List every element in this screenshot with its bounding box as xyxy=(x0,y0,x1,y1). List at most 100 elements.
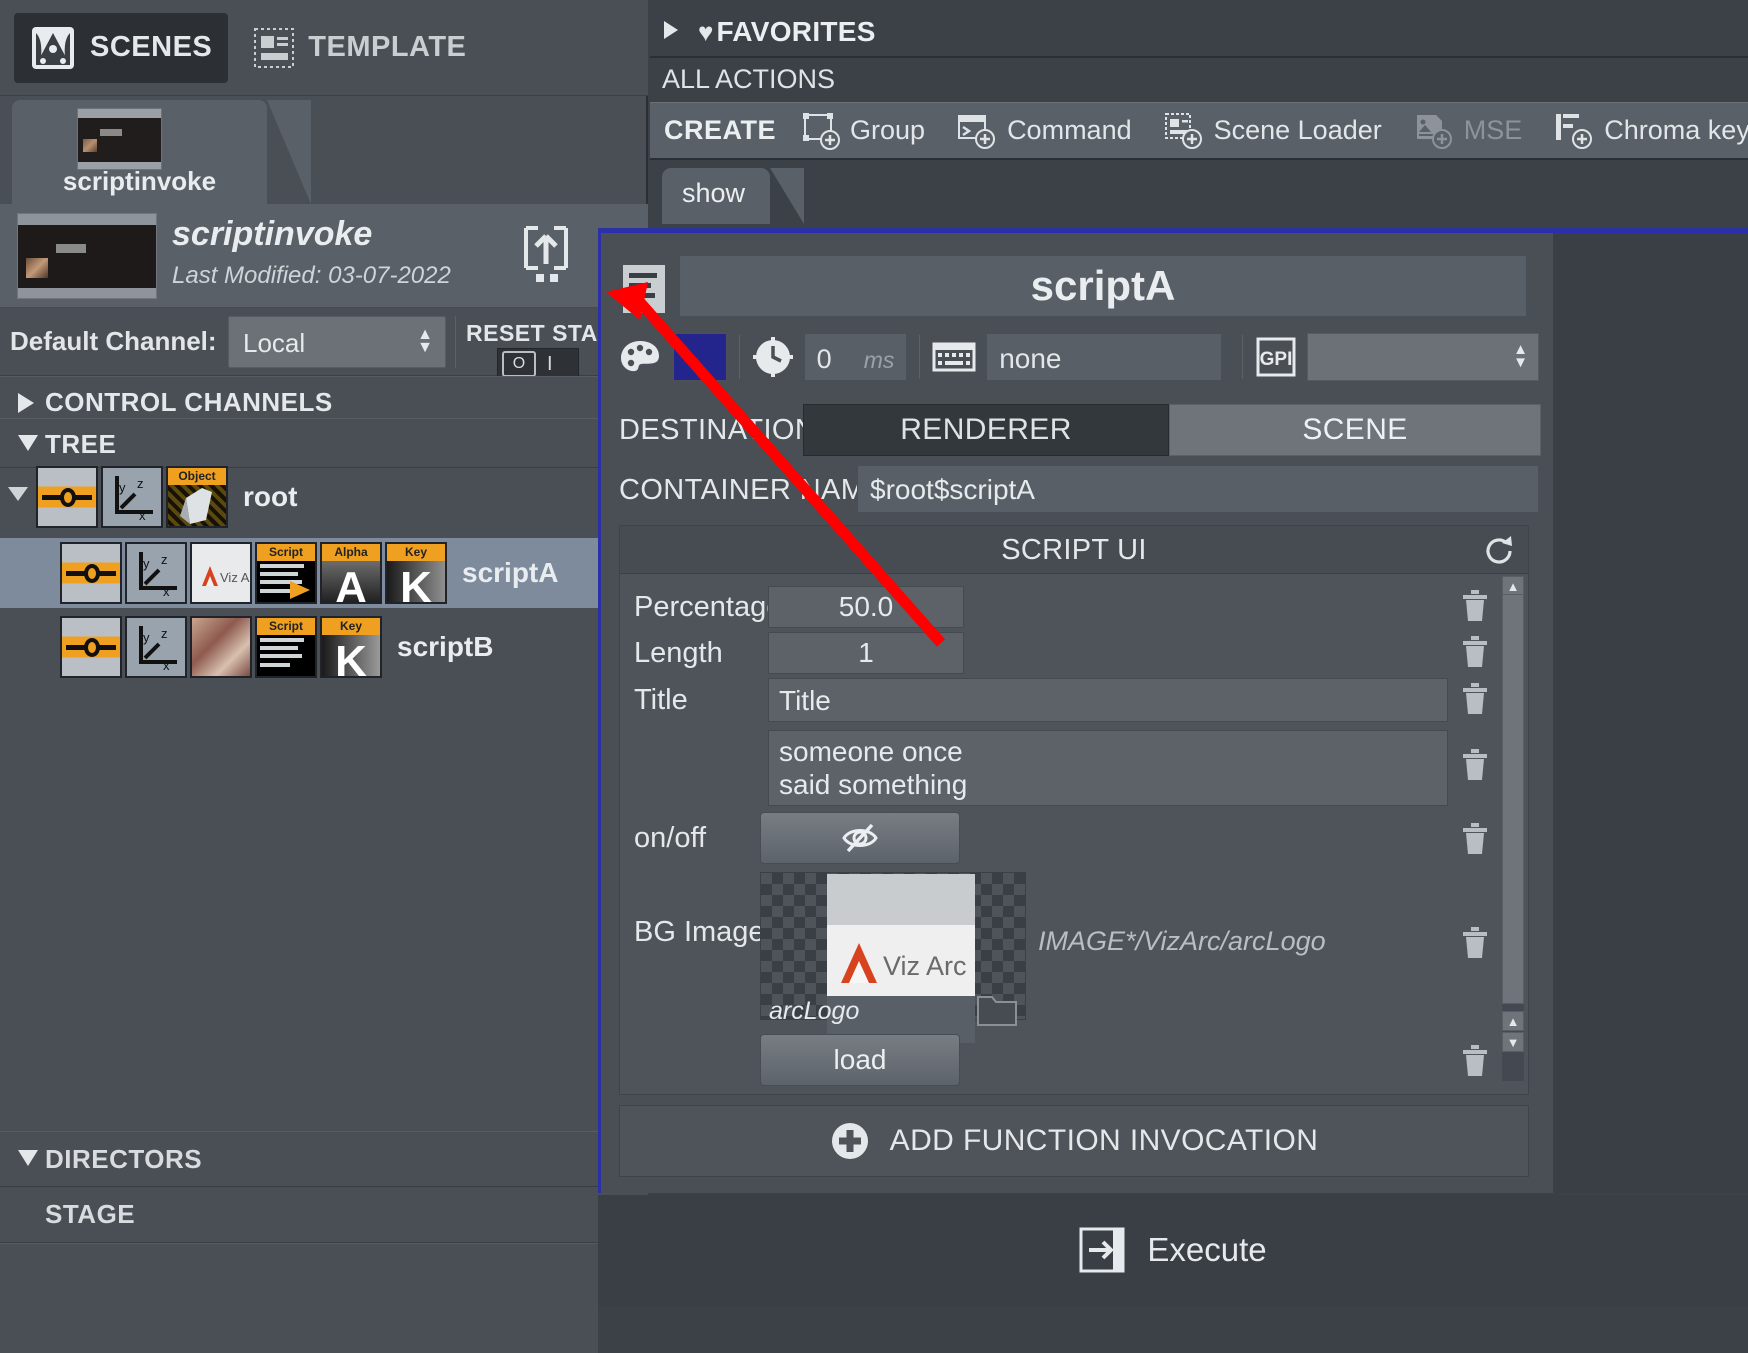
axis-chip[interactable]: y z x xyxy=(125,616,187,678)
scroll-down-button-2[interactable]: ▼ xyxy=(1502,1032,1524,1052)
create-group-label: Group xyxy=(850,115,925,146)
create-scene-loader-button[interactable]: Scene Loader xyxy=(1158,112,1388,150)
tab-template[interactable]: TEMPLATE xyxy=(238,16,482,80)
key-chip[interactable]: Key K xyxy=(385,542,447,604)
field-onoff-toggle[interactable] xyxy=(760,812,960,864)
script-ui-panel: SCRIPT UI Percentage 50.0 xyxy=(619,525,1529,1095)
object-chip[interactable]: Object xyxy=(166,466,228,528)
trash-icon[interactable] xyxy=(1460,682,1490,716)
tree-expand-root[interactable] xyxy=(8,487,36,508)
palette-icon[interactable] xyxy=(619,338,661,376)
folder-icon[interactable] xyxy=(975,991,1019,1034)
create-group-button[interactable]: Group xyxy=(796,112,931,150)
image-chip[interactable] xyxy=(190,616,252,678)
field-title-input[interactable]: Title xyxy=(768,678,1448,722)
action-color-swatch[interactable] xyxy=(673,333,727,381)
svg-text:z: z xyxy=(137,476,144,491)
upload-icon[interactable] xyxy=(520,222,572,286)
field-percentage-input[interactable]: 50.0 xyxy=(768,586,964,628)
trash-icon[interactable] xyxy=(1460,589,1490,623)
load-button[interactable]: load xyxy=(760,1034,960,1086)
visibility-chip[interactable] xyxy=(60,616,122,678)
chevron-updown-icon: ▲▼ xyxy=(417,328,433,354)
svg-text:y: y xyxy=(119,480,126,495)
tab-scenes[interactable]: SCENES xyxy=(14,13,228,83)
script-chip[interactable]: Script xyxy=(255,542,317,604)
create-chroma-key-label: Chroma key xyxy=(1604,115,1748,146)
axis-chip[interactable]: y z x xyxy=(125,542,187,604)
trash-icon[interactable] xyxy=(1460,926,1490,960)
heart-icon: ♥ xyxy=(698,17,713,48)
table-row[interactable]: y z x Object root xyxy=(0,466,648,528)
gpi-select[interactable]: ▲▼ xyxy=(1307,333,1539,381)
load-button-label: load xyxy=(834,1044,887,1076)
delay-value: 0 xyxy=(817,344,832,375)
action-title-field[interactable]: scriptA xyxy=(679,255,1527,317)
add-function-invocation-label: ADD FUNCTION INVOCATION xyxy=(890,1124,1319,1158)
add-function-invocation-button[interactable]: ADD FUNCTION INVOCATION xyxy=(619,1105,1529,1177)
section-stage-label: STAGE xyxy=(45,1199,135,1230)
scroll-down-button[interactable]: ▲ xyxy=(1502,1011,1524,1031)
destination-renderer-button[interactable]: RENDERER xyxy=(803,404,1169,456)
alpha-chip[interactable]: Alpha A xyxy=(320,542,382,604)
trash-icon[interactable] xyxy=(1460,748,1490,782)
section-tree[interactable]: TREE xyxy=(0,418,648,468)
field-multiline-input[interactable]: someone once said something xyxy=(768,730,1448,806)
tab-scenes-label: SCENES xyxy=(90,31,212,64)
table-row[interactable]: y z x Viz Arc Script xyxy=(0,538,648,608)
axis-chip[interactable]: y z x xyxy=(101,466,163,528)
destination-scene-label: SCENE xyxy=(1302,413,1407,447)
create-mse-button[interactable]: MSE xyxy=(1408,112,1529,150)
create-scene-loader-label: Scene Loader xyxy=(1214,115,1382,146)
create-command-button[interactable]: Command xyxy=(951,113,1138,149)
action-dialog: scriptA xyxy=(598,228,1550,1193)
destination-scene-button[interactable]: SCENE xyxy=(1169,404,1541,456)
section-directors[interactable]: DIRECTORS xyxy=(0,1131,648,1187)
scene-name: scriptinvoke xyxy=(172,215,372,254)
trash-icon[interactable] xyxy=(1460,1044,1490,1078)
field-bg-image-name: arcLogo xyxy=(769,997,859,1026)
trash-icon[interactable] xyxy=(1460,635,1490,669)
scroll-up-button[interactable]: ▲ xyxy=(1502,576,1524,596)
field-title: Title Title xyxy=(620,676,1528,726)
image-chip[interactable]: Viz Arc xyxy=(190,542,252,604)
script-ui-scroll-thumb[interactable] xyxy=(1502,594,1524,1004)
visibility-chip[interactable] xyxy=(36,466,98,528)
tab-template-label: TEMPLATE xyxy=(308,31,466,64)
create-command-label: Command xyxy=(1007,115,1132,146)
scene-tab-scriptinvoke[interactable]: scriptinvoke xyxy=(12,100,267,204)
field-length-input[interactable]: 1 xyxy=(768,632,964,674)
reset-stage-off[interactable]: O xyxy=(502,351,536,377)
all-actions-label: ALL ACTIONS xyxy=(662,64,835,95)
trash-icon[interactable] xyxy=(1460,822,1490,856)
key-chip[interactable]: Key K xyxy=(320,616,382,678)
mse-add-icon xyxy=(1414,112,1454,150)
all-actions-header: ALL ACTIONS xyxy=(650,60,1748,102)
create-chroma-key-button[interactable]: Chroma key xyxy=(1548,112,1748,150)
svg-text:x: x xyxy=(139,508,146,523)
default-channel-select[interactable]: Local ▲▼ xyxy=(228,316,446,368)
scene-thumbnail[interactable] xyxy=(17,213,157,299)
table-row[interactable]: y z x Script Key K scriptB xyxy=(0,612,648,682)
scene-tab-thumbnail xyxy=(77,108,162,170)
chevron-updown-icon: ▲▼ xyxy=(1513,343,1528,369)
show-tab-strip: show xyxy=(650,162,1748,224)
field-bg-image-preview[interactable]: Viz Arc arcLogo xyxy=(760,872,1026,1020)
favorites-header[interactable]: ♥ FAVORITES xyxy=(650,8,1748,58)
svg-text:x: x xyxy=(163,584,170,599)
section-stage[interactable]: STAGE xyxy=(0,1187,648,1243)
reset-stage-on[interactable]: I xyxy=(547,353,553,376)
tab-show[interactable]: show xyxy=(662,168,770,224)
eye-slash-icon xyxy=(840,822,880,854)
delay-input[interactable]: 0 ms xyxy=(804,333,908,381)
tree-row-label: scriptB xyxy=(397,631,493,663)
container-name-input[interactable]: $root$scriptA xyxy=(857,465,1539,513)
refresh-icon[interactable] xyxy=(1482,534,1516,573)
script-chip[interactable]: Script xyxy=(255,616,317,678)
execute-row[interactable]: Execute xyxy=(598,1195,1748,1305)
shortcut-input[interactable]: none xyxy=(986,333,1222,381)
visibility-chip[interactable] xyxy=(60,542,122,604)
alpha-chip-label: Alpha xyxy=(322,544,380,561)
scene-loader-add-icon xyxy=(1164,112,1204,150)
field-length: Length 1 xyxy=(620,630,1528,678)
